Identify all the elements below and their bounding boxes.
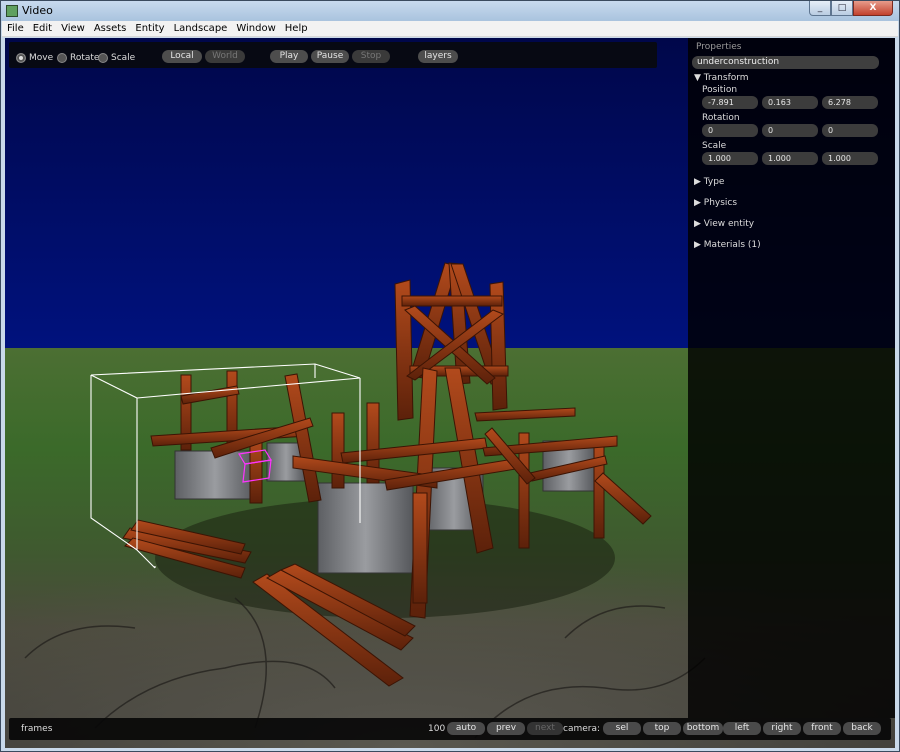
type-section-toggle[interactable]: ▶ Type	[694, 177, 724, 187]
camera-sel-button[interactable]: sel	[603, 722, 641, 735]
menu-landscape[interactable]: Landscape	[169, 21, 232, 36]
camera-right-button[interactable]: right	[763, 722, 801, 735]
close-button[interactable]: X	[853, 1, 893, 16]
entity-name-field[interactable]: underconstruction	[692, 56, 879, 69]
menu-window[interactable]: Window	[231, 21, 279, 36]
scale-label: Scale	[702, 141, 727, 151]
mode-scale-label: Scale	[111, 53, 136, 63]
local-button[interactable]: Local	[162, 50, 202, 63]
title-bar[interactable]: Video _ □ X	[1, 1, 899, 21]
materials-section-toggle[interactable]: ▶ Materials (1)	[694, 240, 761, 250]
scale-z-field[interactable]: 1.000	[822, 152, 878, 165]
app-window: Video _ □ X File Edit View Assets Entity…	[0, 0, 900, 752]
viewport-area: Move Rotate Scale Local World Play Pause…	[5, 38, 895, 748]
camera-bottom-button[interactable]: bottom	[683, 722, 723, 735]
rotation-z-field[interactable]: 0	[822, 124, 878, 137]
position-z-field[interactable]: 6.278	[822, 96, 878, 109]
maximize-button[interactable]: □	[831, 1, 853, 16]
app-icon	[6, 5, 18, 17]
position-y-field[interactable]: 0.163	[762, 96, 818, 109]
menu-edit[interactable]: Edit	[28, 21, 56, 36]
viewport-toolbar: Move Rotate Scale Local World Play Pause…	[9, 42, 657, 68]
mode-move-option[interactable]: Move	[16, 52, 53, 64]
mode-rotate-option[interactable]: Rotate	[57, 52, 99, 64]
auto-button[interactable]: auto	[447, 722, 485, 735]
transform-section-toggle[interactable]: ▼ Transform	[694, 73, 749, 83]
prev-button[interactable]: prev	[487, 722, 525, 735]
next-button[interactable]: next	[527, 722, 563, 735]
camera-top-button[interactable]: top	[643, 722, 681, 735]
mode-scale-option[interactable]: Scale	[98, 52, 135, 64]
position-label: Position	[702, 85, 738, 95]
scale-radio-icon	[98, 53, 108, 63]
camera-back-button[interactable]: back	[843, 722, 881, 735]
position-x-field[interactable]: -7.891	[702, 96, 758, 109]
world-button[interactable]: World	[205, 50, 245, 63]
menu-help[interactable]: Help	[280, 21, 312, 36]
window-controls: _ □ X	[809, 1, 893, 17]
menu-view[interactable]: View	[56, 21, 89, 36]
mode-rotate-label: Rotate	[70, 53, 100, 63]
rotation-label: Rotation	[702, 113, 740, 123]
stop-button[interactable]: Stop	[352, 50, 390, 63]
move-radio-icon	[16, 53, 26, 63]
scale-y-field[interactable]: 1.000	[762, 152, 818, 165]
view-entity-section-toggle[interactable]: ▶ View entity	[694, 219, 754, 229]
frame-count: 100	[428, 724, 446, 734]
scale-x-field[interactable]: 1.000	[702, 152, 758, 165]
rotation-x-field[interactable]: 0	[702, 124, 758, 137]
camera-front-button[interactable]: front	[803, 722, 841, 735]
rotate-radio-icon	[57, 53, 67, 63]
pause-button[interactable]: Pause	[311, 50, 349, 63]
frames-label: frames	[21, 724, 53, 734]
timeline-bar: frames 100 auto prev next camera: sel to…	[9, 718, 891, 740]
menu-assets[interactable]: Assets	[89, 21, 131, 36]
properties-header: Properties	[696, 42, 742, 52]
menu-file[interactable]: File	[2, 21, 28, 36]
camera-left-button[interactable]: left	[723, 722, 761, 735]
menu-bar: File Edit View Assets Entity Landscape W…	[2, 21, 898, 37]
play-button[interactable]: Play	[270, 50, 308, 63]
mode-move-label: Move	[29, 53, 54, 63]
rotation-y-field[interactable]: 0	[762, 124, 818, 137]
layers-button[interactable]: layers	[418, 50, 458, 63]
menu-entity[interactable]: Entity	[130, 21, 168, 36]
camera-label: camera:	[563, 724, 601, 734]
physics-section-toggle[interactable]: ▶ Physics	[694, 198, 737, 208]
minimize-button[interactable]: _	[809, 1, 831, 16]
properties-panel: Properties underconstruction ▼ Transform…	[688, 38, 895, 718]
window-title: Video	[22, 4, 53, 17]
